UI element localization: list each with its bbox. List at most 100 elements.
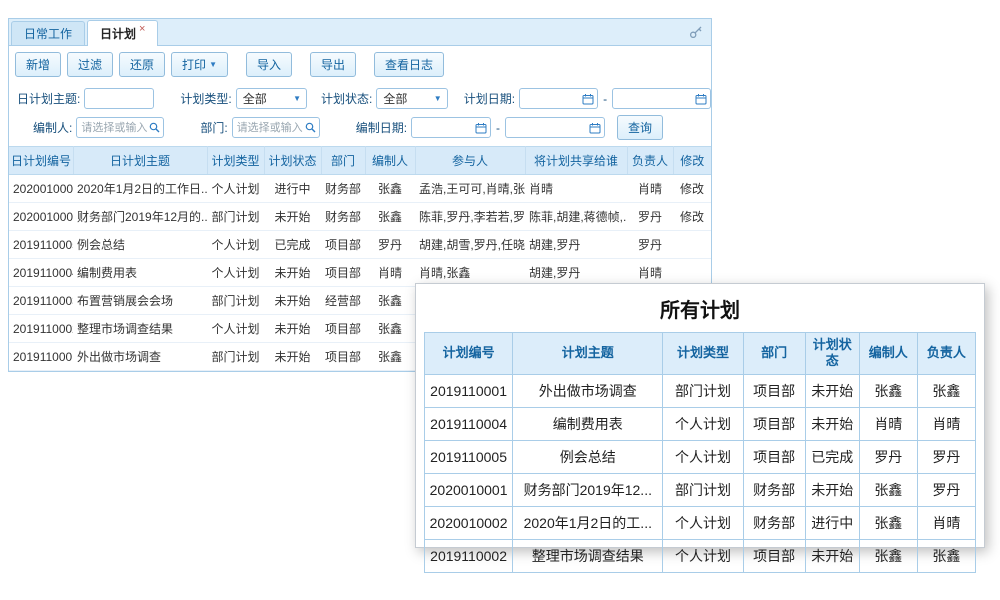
import-button[interactable]: 导入 [246,52,292,77]
plan-id: 2019110002 [425,539,513,572]
col-header-status[interactable]: 计划状态 [264,147,321,175]
owner-link[interactable]: 罗丹 [627,203,673,231]
table-row[interactable]: 2019110005 例会总结 个人计划 已完成 项目部 罗丹 胡建,胡雪,罗丹… [9,231,711,259]
col-header-plan-id: 计划编号 [425,333,513,375]
plan-subject-link[interactable]: 编制费用表 [73,259,207,287]
tab-bar: 日常工作 日计划 × [9,19,711,46]
participants: 孟浩,王可可,肖晴,张鑫 [415,175,525,203]
table-header: 计划编号 计划主题 计划类型 部门 计划状态 编制人 负责人 [425,333,976,375]
export-button[interactable]: 导出 [310,52,356,77]
dept-picker[interactable] [232,117,320,138]
page-title: 所有计划 [416,284,984,332]
restore-button[interactable]: 还原 [119,52,165,77]
plan-status: 未开始 [805,539,859,572]
plan-subject-link[interactable]: 2020年1月2日的工作日... [73,175,207,203]
add-button[interactable]: 新增 [15,52,61,77]
col-header-type[interactable]: 计划类型 [207,147,264,175]
plan-subject: 例会总结 [513,440,663,473]
col-header-plan-id[interactable]: 日计划编号 [9,147,73,175]
status-filter-label: 计划状态: [321,90,372,107]
compile-date-from-input[interactable] [411,117,491,138]
tab-daily-plan[interactable]: 日计划 × [87,20,158,46]
modify-link[interactable] [673,231,711,259]
compiler: 张鑫 [365,203,415,231]
modify-link[interactable]: 修改 [673,203,711,231]
plan-subject-link[interactable]: 财务部门2019年12月的... [73,203,207,231]
table-row[interactable]: 2020010001 财务部门2019年12月的... 部门计划 未开始 财务部… [9,203,711,231]
plan-type: 个人计划 [663,407,743,440]
col-header-owner[interactable]: 负责人 [627,147,673,175]
search-icon [149,122,160,133]
search-icon [305,122,316,133]
plan-date-from-input[interactable] [519,88,598,109]
plan-subject-link[interactable]: 例会总结 [73,231,207,259]
col-header-shared-with[interactable]: 将计划共享给谁 [525,147,627,175]
department: 财务部 [743,473,805,506]
owner-link[interactable]: 罗丹 [627,231,673,259]
status-select-value: 全部 [383,90,407,107]
plan-subject-link[interactable]: 布置营销展会会场 [73,287,207,315]
plan-id-link[interactable]: 2020010001 [9,203,73,231]
plan-id-link[interactable]: 2019110005 [9,231,73,259]
plan-subject-link[interactable]: 整理市场调查结果 [73,315,207,343]
col-header-status: 计划状态 [805,333,859,375]
table-body: 2019110001 外出做市场调查 部门计划 项目部 未开始 张鑫 张鑫 20… [425,374,976,572]
col-header-modify[interactable]: 修改 [673,147,711,175]
owner-link[interactable]: 肖晴 [627,175,673,203]
filter-panel: 日计划主题: 计划类型: 全部 ▼ 计划状态: 全部 ▼ 计划日期: [9,82,711,146]
plan-subject: 整理市场调查结果 [513,539,663,572]
plan-status: 已完成 [264,231,321,259]
compile-date-to-input[interactable] [505,117,605,138]
plan-type: 个人计划 [207,315,264,343]
plan-subject: 财务部门2019年12... [513,473,663,506]
compiler: 张鑫 [365,343,415,371]
col-header-compiler[interactable]: 编制人 [365,147,415,175]
subject-input[interactable] [84,88,154,109]
date-range-separator: - [496,121,500,135]
compiler: 张鑫 [859,506,917,539]
compiler: 张鑫 [365,315,415,343]
plan-status: 未开始 [264,259,321,287]
filter-button[interactable]: 过滤 [67,52,113,77]
compiler: 张鑫 [859,473,917,506]
modify-link[interactable]: 修改 [673,175,711,203]
view-log-button[interactable]: 查看日志 [374,52,444,77]
owner: 罗丹 [917,473,975,506]
plan-type: 部门计划 [663,473,743,506]
col-header-participants[interactable]: 参与人 [415,147,525,175]
tab-daily-work[interactable]: 日常工作 [11,21,85,45]
plan-id-link[interactable]: 2019110004 [9,259,73,287]
table-row: 2019110002 整理市场调查结果 个人计划 项目部 未开始 张鑫 张鑫 [425,539,976,572]
type-select[interactable]: 全部 ▼ [236,88,307,109]
owner: 张鑫 [917,539,975,572]
plan-status: 进行中 [264,175,321,203]
department: 项目部 [743,374,805,407]
plan-id-link[interactable]: 2019110003 [9,287,73,315]
plan-id: 2019110004 [425,407,513,440]
key-icon[interactable] [689,25,703,39]
compiler: 肖晴 [859,407,917,440]
plan-type: 个人计划 [663,506,743,539]
close-icon[interactable]: × [139,23,145,35]
plan-id-link[interactable]: 2020010002 [9,175,73,203]
plan-subject-link[interactable]: 外出做市场调查 [73,343,207,371]
dept-filter-label: 部门: [200,119,227,136]
plan-id: 2020010001 [425,473,513,506]
table-row[interactable]: 2020010002 2020年1月2日的工作日... 个人计划 进行中 财务部… [9,175,711,203]
compiler: 肖晴 [365,259,415,287]
plan-type: 个人计划 [207,175,264,203]
print-button[interactable]: 打印 ▼ [171,52,228,77]
col-header-subject[interactable]: 日计划主题 [73,147,207,175]
status-select[interactable]: 全部 ▼ [376,88,447,109]
col-header-dept[interactable]: 部门 [321,147,365,175]
department: 项目部 [321,315,365,343]
plan-date-to-input[interactable] [612,88,711,109]
caret-down-icon: ▼ [209,61,217,69]
plan-type: 部门计划 [207,203,264,231]
query-button[interactable]: 查询 [617,115,663,140]
compiler-picker[interactable] [76,117,164,138]
plan-type: 个人计划 [663,440,743,473]
department: 财务部 [321,203,365,231]
plan-id-link[interactable]: 2019110001 [9,343,73,371]
plan-id-link[interactable]: 2019110002 [9,315,73,343]
